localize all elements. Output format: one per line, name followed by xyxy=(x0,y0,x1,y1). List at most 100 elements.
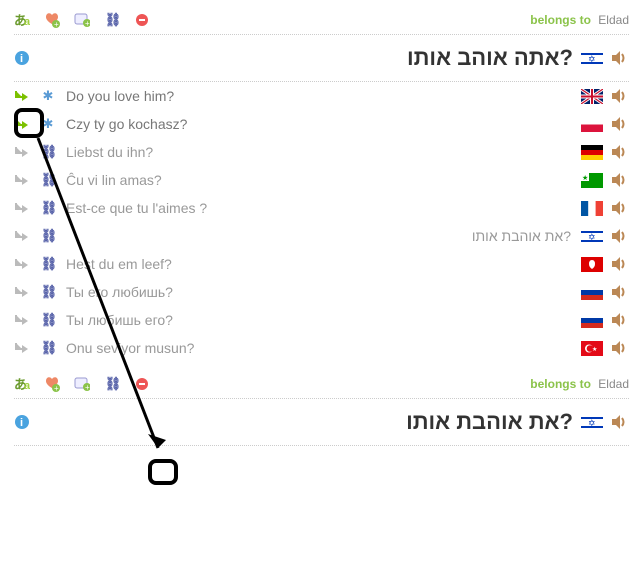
toolbar: あa + + ⛓ belongs to Eldad xyxy=(14,8,629,35)
translation-row: ⛓ Est-ce que tu l'aimes ? xyxy=(14,194,629,222)
flag-problem-icon[interactable] xyxy=(134,376,150,392)
flag-russia xyxy=(581,285,603,300)
audio-icon[interactable] xyxy=(611,414,629,430)
translation-arrow-icon[interactable] xyxy=(14,172,30,188)
toolbar-buttons: あa + + ⛓ xyxy=(14,376,150,392)
add-translation-icon[interactable]: + xyxy=(74,12,90,28)
owner-link[interactable]: Eldad xyxy=(598,13,629,27)
chain-icon[interactable]: ⛓ xyxy=(40,200,56,216)
svg-text:+: + xyxy=(85,383,90,392)
chain-icon[interactable]: ⛓ xyxy=(40,228,56,244)
belongs-label: belongs to Eldad xyxy=(530,377,629,391)
translation-arrow-icon[interactable] xyxy=(14,200,30,216)
info-icon[interactable]: i xyxy=(14,50,30,66)
chain-icon[interactable]: ⛓ xyxy=(40,144,56,160)
svg-text:+: + xyxy=(54,20,59,28)
translation-row: ⛓ Onu seviyor musun? ★ xyxy=(14,334,629,362)
flag-france xyxy=(581,201,603,216)
link-icon[interactable]: ⛓ xyxy=(104,376,120,392)
chain-icon[interactable]: ⛓ xyxy=(40,256,56,272)
translation-text[interactable]: Est-ce que tu l'aimes ? xyxy=(66,200,571,216)
translation-arrow-icon[interactable] xyxy=(14,144,30,160)
add-translation-icon[interactable]: + xyxy=(74,376,90,392)
audio-icon[interactable] xyxy=(611,228,629,244)
translation-text[interactable]: Czy ty go kochasz? xyxy=(66,116,571,132)
translation-text[interactable]: Do you love him? xyxy=(66,88,571,104)
main-sentence-row: i ?את אוהבת אותו ✡ xyxy=(14,399,629,446)
info-icon[interactable]: i xyxy=(14,414,30,430)
transliterate-icon[interactable]: あa xyxy=(14,376,30,392)
audio-icon[interactable] xyxy=(611,256,629,272)
transliterate-icon[interactable]: あa xyxy=(14,12,30,28)
audio-icon[interactable] xyxy=(611,284,629,300)
translation-text[interactable]: Liebst du ihn? xyxy=(66,144,571,160)
translation-row: ✱ Do you love him? xyxy=(14,82,629,110)
translation-text[interactable]: Ты любишь его? xyxy=(66,312,571,328)
svg-text:✡: ✡ xyxy=(588,232,596,242)
translation-arrow-icon[interactable] xyxy=(14,228,30,244)
chain-icon[interactable]: ⛓ xyxy=(40,284,56,300)
translation-row: ⛓ Ты его любишь? xyxy=(14,278,629,306)
translation-arrow-icon[interactable] xyxy=(14,284,30,300)
svg-text:★: ★ xyxy=(582,174,588,182)
translation-row: ⛓ Ĉu vi lin amas? ★ xyxy=(14,166,629,194)
star-icon[interactable]: ✱ xyxy=(40,116,56,132)
svg-text:✡: ✡ xyxy=(588,54,596,64)
flag-israel: ✡ xyxy=(581,415,603,430)
main-sentence-text[interactable]: ?אתה אוהב אותו xyxy=(38,45,573,71)
svg-text:a: a xyxy=(24,16,30,28)
translation-arrow-icon[interactable] xyxy=(14,340,30,356)
translation-text[interactable]: Onu seviyor musun? xyxy=(66,340,571,356)
translation-text[interactable]: Hest du em leef? xyxy=(66,256,571,272)
flag-israel: ✡ xyxy=(581,229,603,244)
translation-row: ⛓ ?את אוהבת אותו ✡ xyxy=(14,222,629,250)
translation-row: ⛓ Liebst du ihn? xyxy=(14,138,629,166)
audio-icon[interactable] xyxy=(611,116,629,132)
translation-arrow-icon[interactable] xyxy=(14,116,30,132)
svg-text:i: i xyxy=(20,417,23,429)
translation-arrow-icon[interactable] xyxy=(14,312,30,328)
svg-text:a: a xyxy=(24,380,30,392)
translation-row: ⛓ Hest du em leef? xyxy=(14,250,629,278)
translation-arrow-icon[interactable] xyxy=(14,256,30,272)
chain-icon[interactable]: ⛓ xyxy=(40,312,56,328)
flag-esperanto: ★ xyxy=(581,173,603,188)
svg-text:+: + xyxy=(85,19,90,28)
audio-icon[interactable] xyxy=(611,172,629,188)
flag-turkey: ★ xyxy=(581,341,603,356)
favorite-icon[interactable]: + xyxy=(44,12,60,28)
translation-list: ✱ Do you love him? ✱ Czy ty go kochasz? ⛓ Lie… xyxy=(14,82,629,362)
flag-germany xyxy=(581,145,603,160)
flag-russia xyxy=(581,313,603,328)
flag-lowsaxon xyxy=(581,257,603,272)
translation-text[interactable]: Ĉu vi lin amas? xyxy=(66,172,571,188)
translation-text[interactable]: Ты его любишь? xyxy=(66,284,571,300)
audio-icon[interactable] xyxy=(611,312,629,328)
audio-icon[interactable] xyxy=(611,340,629,356)
svg-text:★: ★ xyxy=(592,346,597,353)
audio-icon[interactable] xyxy=(611,88,629,104)
chain-icon[interactable]: ⛓ xyxy=(40,340,56,356)
main-sentence-row: i ?אתה אוהב אותו ✡ xyxy=(14,35,629,82)
chain-icon[interactable]: ⛓ xyxy=(40,172,56,188)
audio-icon[interactable] xyxy=(611,200,629,216)
main-sentence-text[interactable]: ?את אוהבת אותו xyxy=(38,409,573,435)
flag-uk xyxy=(581,89,603,104)
favorite-icon[interactable]: + xyxy=(44,376,60,392)
audio-icon[interactable] xyxy=(611,144,629,160)
translation-text[interactable]: ?את אוהבת אותו xyxy=(66,228,571,244)
star-icon[interactable]: ✱ xyxy=(40,88,56,104)
translation-row: ✱ Czy ty go kochasz? xyxy=(14,110,629,138)
flag-poland xyxy=(581,117,603,132)
translation-arrow-icon[interactable] xyxy=(14,88,30,104)
toolbar: あa + + ⛓ belongs to Eldad xyxy=(14,372,629,399)
sentence-block-2: あa + + ⛓ belongs to Eldad i ?את אוהבת או… xyxy=(14,372,629,446)
audio-icon[interactable] xyxy=(611,50,629,66)
owner-link[interactable]: Eldad xyxy=(598,377,629,391)
link-icon[interactable]: ⛓ xyxy=(104,12,120,28)
svg-text:+: + xyxy=(54,384,59,392)
sentence-block-1: あa + + ⛓ belongs to Eldad i ?אתה אוהב או… xyxy=(14,8,629,362)
svg-text:✡: ✡ xyxy=(588,418,596,428)
flag-problem-icon[interactable] xyxy=(134,12,150,28)
annotation-box-bottom xyxy=(148,459,178,485)
